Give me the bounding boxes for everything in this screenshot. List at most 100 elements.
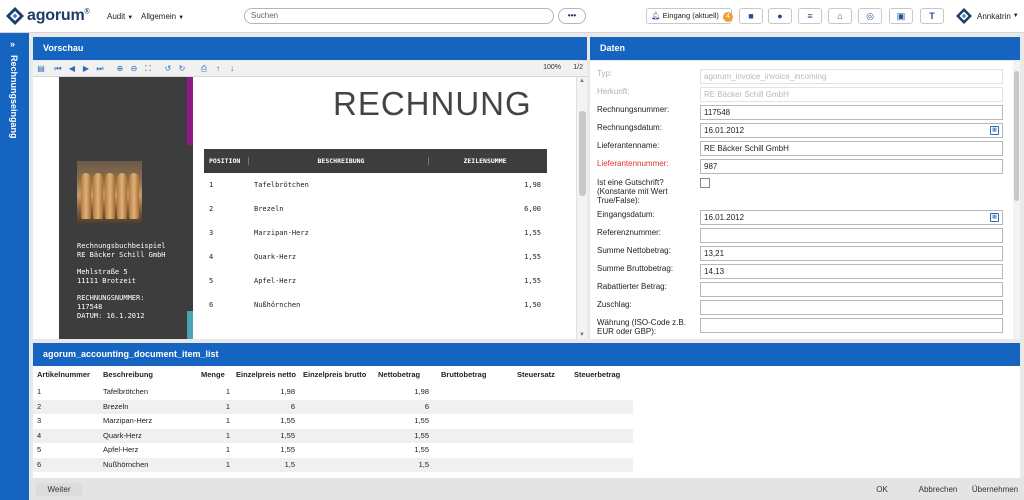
invoice-table-row: 4 Quark-Herz 1,55 [209,253,541,261]
invoice-table: POSITION BESCHREIBUNG ZEILENSUMME 1 Tafel… [204,149,547,317]
user-menu[interactable]: Annkatrin ▼ [956,8,1019,24]
form-row: Rechnungsnummer: 117548 [590,105,1013,123]
form-row: Typ: agorum_invoice_invoice_incoming [590,69,1013,87]
field-label: Ist eine Gutschrift? (Konstante mit Wert… [597,178,668,205]
field-label: Zuschlag: [597,300,632,309]
zoom-in-icon[interactable]: ⊕ [115,64,125,74]
field-input[interactable] [700,318,1003,333]
column-header[interactable]: Bruttobetrag [441,366,517,384]
column-header[interactable]: Einzelpreis brutto [303,366,378,384]
field-label: Summe Nettobetrag: [597,246,671,255]
ok-button[interactable]: OK [864,483,900,496]
column-header[interactable]: Menge [201,366,236,384]
inbox-count-badge: 4 [723,12,733,22]
field-label: Referenznummer: [597,228,662,237]
field-input[interactable]: 16.01.2012 ▦ [700,210,1003,225]
rotate-left-icon[interactable]: ↺ [163,64,173,74]
credit-note-checkbox[interactable] [700,178,710,188]
page-indicator: 1/2 [573,64,583,71]
next-page-icon[interactable]: ▶ [81,64,91,74]
field-input[interactable] [700,282,1003,297]
fit-page-icon[interactable]: ⛶ [143,64,153,74]
briefcase-menu-button[interactable]: ▣ [889,8,913,24]
column-header[interactable]: Steuerbetrag [574,366,634,384]
zoom-out-icon[interactable]: ⊖ [129,64,139,74]
field-input[interactable]: 14,13 [700,264,1003,279]
field-input: agorum_invoice_invoice_incoming [700,69,1003,84]
field-label: Rabattierter Betrag: [597,282,667,291]
column-header[interactable]: Beschreibung [103,366,201,384]
preview-scrollbar[interactable]: ▲ ▼ [576,77,587,339]
logo-text: agorum® [27,7,90,24]
column-header[interactable]: Artikelnummer [37,366,103,384]
folder-menu-button[interactable]: ■ [739,8,763,24]
field-label: Rechnungsnummer: [597,105,670,114]
agorum-logo[interactable]: agorum® [6,7,90,25]
calendar-icon[interactable]: ▦ [990,126,999,135]
upload-icon[interactable]: ↑ [213,64,223,74]
invoice-table-row: 2 Brezeln 6,00 [209,205,541,213]
field-label: Eingangsdatum: [597,210,655,219]
field-input[interactable]: 13,21 [700,246,1003,261]
print-icon[interactable]: ⎙ [199,64,209,74]
preview-header: Vorschau [33,37,587,60]
table-row[interactable]: 5 Apfel-Herz 1 1,55 1,55 [33,443,633,458]
form-row: Lieferantenname: RE Bäcker Schill GmbH [590,141,1013,159]
download-icon[interactable]: ↓ [227,64,237,74]
play-icon: ● [777,11,783,21]
cancel-button[interactable]: Abbrechen [913,483,963,496]
form-row: Referenznummer: [590,228,1013,246]
agorum-logo-icon [6,7,24,25]
last-page-icon[interactable]: ⏭ [95,64,105,74]
inbox-button[interactable]: 🔔︎ Eingang (aktuell) 4 [646,8,733,24]
play-menu-button[interactable]: ● [768,8,792,24]
next-button[interactable]: Weiter [36,483,82,496]
search-input[interactable]: Suchen [244,8,554,24]
left-collapsed-panel[interactable]: » Rechnungseingang [0,33,29,500]
menu-audit[interactable]: Audit ▼ [107,12,133,21]
form-row: Herkunft: RE Bäcker Schill GmbH [590,87,1013,105]
field-label: Summe Bruttobetrag: [597,264,674,273]
field-input[interactable]: 16.01.2012 ▦ [700,123,1003,138]
column-header[interactable]: Steuersatz [517,366,574,384]
bread-photo [77,161,142,223]
field-input[interactable] [700,300,1003,315]
calendar-icon[interactable]: ▦ [990,213,999,222]
field-label: Typ: [597,69,613,78]
data-scrollbar[interactable] [1013,61,1020,339]
column-header[interactable]: Nettobetrag [378,366,441,384]
bank-menu-button[interactable]: ⌂ [828,8,852,24]
table-row[interactable]: 2 Brezeln 1 6 6 [33,399,633,414]
search-options-button[interactable]: ••• [558,8,586,24]
expand-icon[interactable]: » [10,39,15,49]
sender-info: Rechnungsbuchbeispiel RE Bäcker Schill Gm… [77,242,166,259]
teal-accent [187,311,193,339]
table-row[interactable]: 3 Marzipan-Herz 1 1,55 1,55 [33,414,633,429]
data-form: Typ: agorum_invoice_invoice_incoming Herku… [590,61,1013,339]
field-input[interactable]: 987 [700,159,1003,174]
sidebar-toggle-icon[interactable]: ▤ [36,64,46,74]
folder-icon: ■ [748,11,754,21]
field-input[interactable] [700,228,1003,243]
first-page-icon[interactable]: ⏮ [53,64,63,74]
apply-button[interactable]: Übernehmen [969,483,1021,496]
form-row: Zuschlag: [590,300,1013,318]
table-row[interactable]: 1 Tafelbrötchen 1 1,98 1,98 [33,385,633,400]
field-input[interactable]: RE Bäcker Schill GmbH [700,141,1003,156]
fingerprint-menu-button[interactable]: ◎ [858,8,882,24]
briefcase-icon: ▣ [896,11,906,21]
rotate-right-icon[interactable]: ↻ [177,64,187,74]
table-row[interactable]: 4 Quark-Herz 1 1,55 1,55 [33,428,633,443]
field-label: Lieferantennummer: [597,159,669,168]
table-row[interactable]: 6 Nußhörnchen 1 1,5 1,5 [33,457,633,472]
column-header[interactable]: Einzelpreis netto [236,366,303,384]
field-input[interactable]: 117548 [700,105,1003,120]
menu-allgemein[interactable]: Allgemein ▼ [141,12,184,21]
form-row: Summe Bruttobetrag: 14,13 [590,264,1013,282]
field-label: Rechnungsdatum: [597,123,662,132]
text-menu-button[interactable]: T [920,8,944,24]
item-list-table: Artikelnummer Beschreibung Menge Einzelprei… [33,366,1020,478]
list-menu-button[interactable]: ≡ [798,8,822,24]
previous-page-icon[interactable]: ◀ [67,64,77,74]
top-bar: agorum® Audit ▼ Allgemein ▼ Suchen ••• 🔔︎ … [0,0,1024,33]
